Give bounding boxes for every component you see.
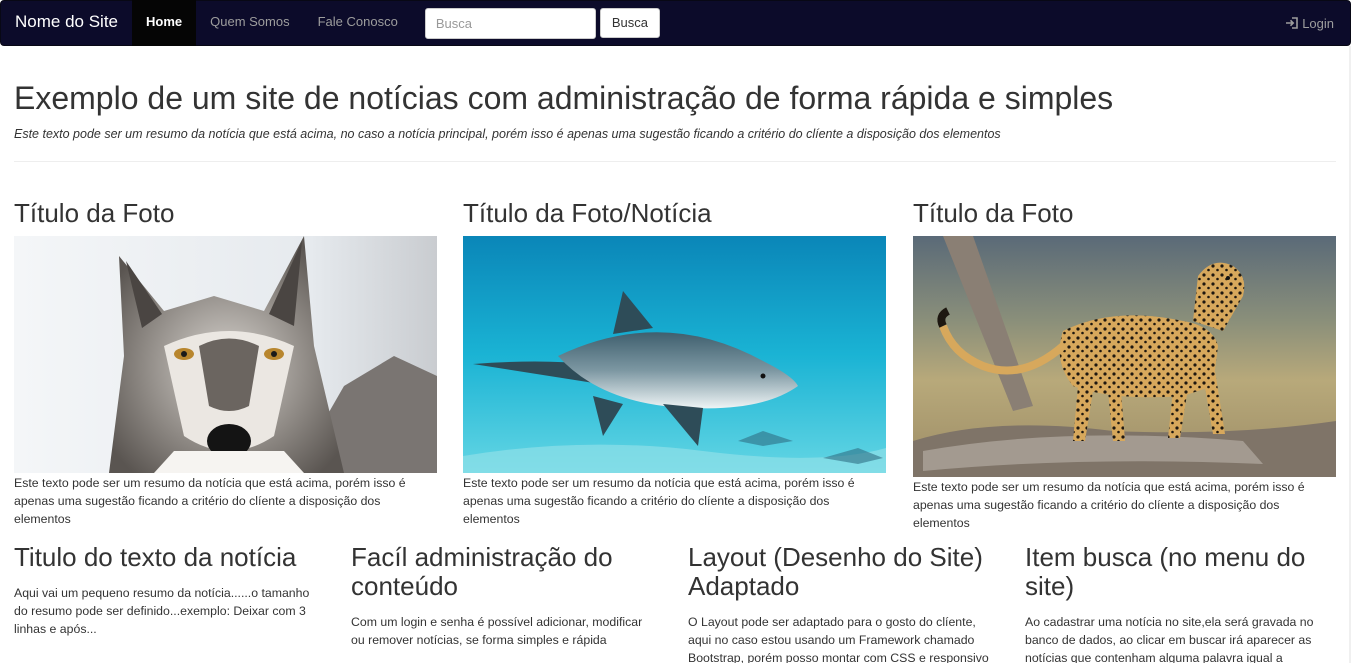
login-link[interactable]: Login [1285,16,1334,31]
news-card-1: Título da Foto Este texto pode ser um re… [14,195,437,528]
search-button[interactable]: Busca [599,8,660,38]
login-label: Login [1302,15,1334,31]
wolf-photo[interactable] [14,236,437,473]
news-card-3: Título da Foto Este texto pode ser um re… [913,195,1336,532]
page-title: Exemplo de um site de notícias com admin… [14,80,1114,116]
column-text: O Layout pode ser adaptado para o gosto … [688,615,989,663]
feature-column-1: Titulo do texto da notícia Aqui vai um p… [14,543,319,638]
top-navbar: Nome do Site Home Quem Somos Fale Conosc… [0,0,1351,46]
shark-photo[interactable] [463,236,886,473]
column-title: Layout (Desenho do Site) Adaptado [688,542,983,601]
nav-item-fale-conosco[interactable]: Fale Conosco [304,0,412,46]
news-card-2: Título da Foto/Notícia Este texto pode s [463,195,886,528]
card-title: Título da Foto/Notícia [463,198,712,228]
card-text: Este texto pode ser um resumo da notícia… [913,480,1305,530]
login-icon [1286,17,1298,29]
nav-item-quem-somos[interactable]: Quem Somos [196,0,303,46]
brand-link[interactable]: Nome do Site [1,0,132,46]
card-title: Título da Foto [913,198,1074,228]
column-text: Aqui vai um pequeno resumo da notícia...… [14,586,310,636]
column-title: Facíl administração do conteúdo [351,542,613,601]
column-title: Item busca (no menu do site) [1025,542,1306,601]
card-text: Este texto pode ser um resumo da notícia… [14,476,406,526]
column-text: Com um login e senha é possível adiciona… [351,615,643,647]
feature-column-4: Item busca (no menu do site) Ao cadastra… [1025,543,1330,663]
column-title: Titulo do texto da notícia [14,542,297,572]
card-text: Este texto pode ser um resumo da notícia… [463,476,855,526]
column-text: Ao cadastrar uma notícia no site,ela ser… [1025,615,1314,663]
page-lead: Este texto pode ser um resumo da notícia… [14,127,1001,141]
feature-column-2: Facíl administração do conteúdo Com um l… [351,543,656,649]
feature-column-3: Layout (Desenho do Site) Adaptado O Layo… [688,543,993,663]
header-divider [14,161,1336,162]
cheetah-photo[interactable] [913,236,1336,477]
nav-item-home[interactable]: Home [132,0,197,46]
card-title: Título da Foto [14,198,175,228]
search-input[interactable] [424,7,596,39]
